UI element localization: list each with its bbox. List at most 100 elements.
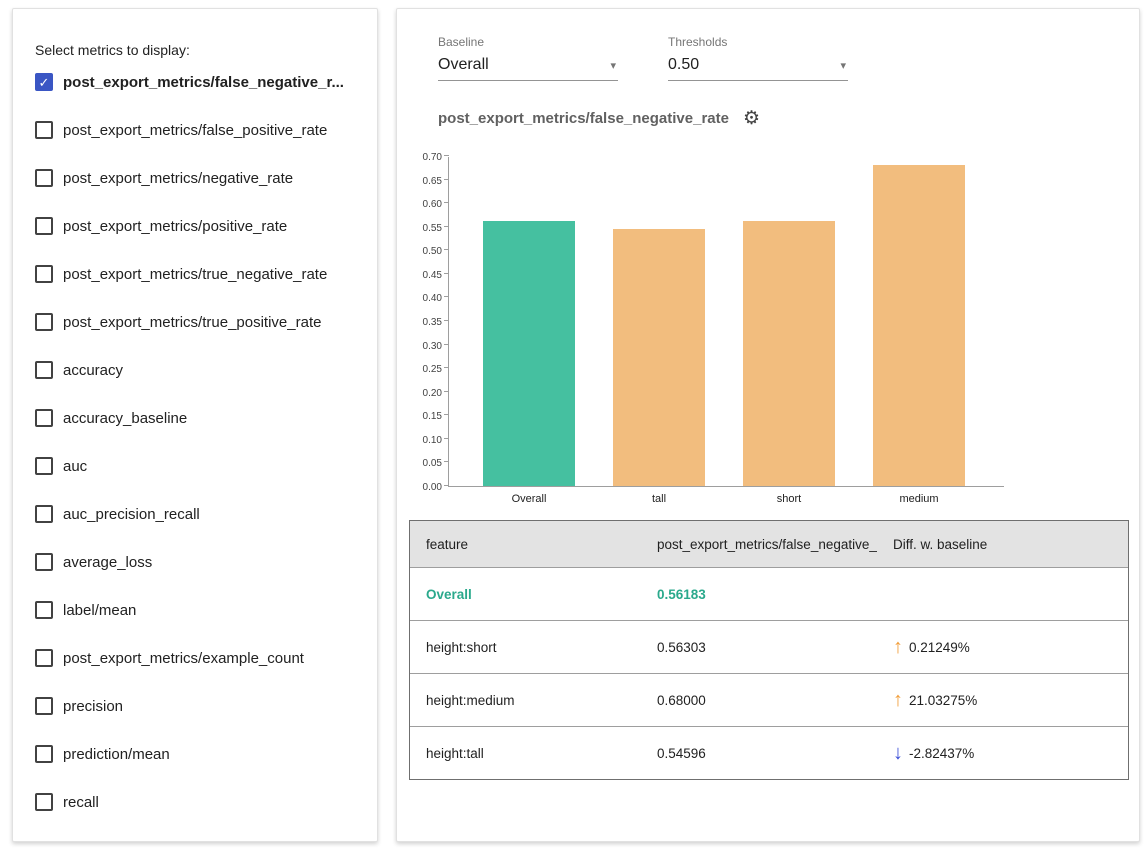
- metric-list-item[interactable]: post_export_metrics/negative_rate: [13, 154, 377, 202]
- metric-list-item[interactable]: accuracy_baseline: [13, 394, 377, 442]
- x-tick-label: medium: [873, 493, 965, 505]
- x-tick-label: tall: [613, 493, 705, 505]
- metric-label: post_export_metrics/positive_rate: [63, 218, 287, 235]
- metric-list-item[interactable]: recall: [13, 778, 377, 826]
- diff-cell: ↑ 0.21249%: [877, 637, 1128, 657]
- checkbox-unchecked-icon[interactable]: [35, 745, 53, 763]
- metric-list-item[interactable]: label/mean: [13, 586, 377, 634]
- y-tick-label: 0.15: [423, 411, 442, 422]
- chart-plot-area: Overalltallshortmedium: [448, 157, 1004, 487]
- diff-cell: ↓ -2.82437%: [877, 743, 1128, 763]
- checkbox-checked-icon[interactable]: ✓: [35, 73, 53, 91]
- checkbox-unchecked-icon[interactable]: [35, 649, 53, 667]
- results-panel: Baseline Overall ▾ Thresholds 0.50 ▾ pos…: [396, 8, 1140, 842]
- baseline-select[interactable]: Baseline Overall ▾: [438, 35, 618, 81]
- metric-list-item[interactable]: accuracy: [13, 346, 377, 394]
- down-arrow-icon: ↓: [893, 743, 903, 763]
- diff-cell: ↑21.03275%: [877, 690, 1128, 710]
- y-tick-mark: [444, 226, 449, 227]
- bar-tall[interactable]: [613, 229, 705, 486]
- metric-list-item[interactable]: post_export_metrics/false_positive_rate: [13, 106, 377, 154]
- metrics-list: ✓ post_export_metrics/false_negative_r...…: [13, 58, 377, 826]
- checkbox-unchecked-icon[interactable]: [35, 697, 53, 715]
- metric-list-item[interactable]: post_export_metrics/positive_rate: [13, 202, 377, 250]
- up-arrow-icon: ↑: [893, 637, 903, 657]
- y-tick-label: 0.50: [423, 246, 442, 257]
- y-tick-mark: [444, 249, 449, 250]
- chevron-down-icon: ▾: [610, 59, 616, 72]
- settings-gear-icon[interactable]: ⚙: [743, 109, 760, 128]
- y-tick-label: 0.00: [423, 482, 442, 493]
- y-tick-mark: [444, 367, 449, 368]
- metric-label: post_export_metrics/false_positive_rate: [63, 122, 327, 139]
- metric-list-item[interactable]: post_export_metrics/true_negative_rate: [13, 250, 377, 298]
- x-tick-label: short: [743, 493, 835, 505]
- table-row[interactable]: Overall0.56183: [410, 567, 1128, 620]
- metric-label: post_export_metrics/true_positive_rate: [63, 314, 321, 331]
- metric-list-item[interactable]: auc: [13, 442, 377, 490]
- metric-label: prediction/mean: [63, 746, 170, 763]
- checkbox-unchecked-icon[interactable]: [35, 361, 53, 379]
- table-row[interactable]: height:medium0.68000↑21.03275%: [410, 673, 1128, 726]
- bar-Overall[interactable]: [483, 221, 575, 486]
- value-cell: 0.68000: [641, 693, 877, 708]
- bar-short[interactable]: [743, 221, 835, 486]
- checkbox-unchecked-icon[interactable]: [35, 409, 53, 427]
- chart-y-axis: 0.000.050.100.150.200.250.300.350.400.45…: [409, 157, 448, 487]
- metric-list-item[interactable]: auc_precision_recall: [13, 490, 377, 538]
- chevron-down-icon: ▾: [840, 59, 846, 72]
- metric-label: post_export_metrics/true_negative_rate: [63, 266, 327, 283]
- bar-medium[interactable]: [873, 165, 965, 486]
- metric-list-item[interactable]: prediction/mean: [13, 730, 377, 778]
- thresholds-select[interactable]: Thresholds 0.50 ▾: [668, 35, 848, 81]
- table-body: Overall0.56183 height:short0.56303 ↑ 0.2124…: [410, 567, 1128, 779]
- y-tick-mark: [444, 461, 449, 462]
- y-tick-label: 0.05: [423, 458, 442, 469]
- y-tick-mark: [444, 485, 449, 486]
- table-row[interactable]: height:tall0.54596↓-2.82437%: [410, 726, 1128, 779]
- x-tick-label: Overall: [483, 493, 575, 505]
- value-cell: 0.56303: [641, 640, 877, 655]
- checkbox-unchecked-icon[interactable]: [35, 121, 53, 139]
- checkbox-unchecked-icon[interactable]: [35, 457, 53, 475]
- checkbox-unchecked-icon[interactable]: [35, 265, 53, 283]
- metric-label: post_export_metrics/example_count: [63, 650, 304, 667]
- metric-list-item[interactable]: post_export_metrics/example_count: [13, 634, 377, 682]
- checkbox-unchecked-icon[interactable]: [35, 217, 53, 235]
- checkbox-unchecked-icon[interactable]: [35, 553, 53, 571]
- table-header-feature: feature: [410, 537, 641, 552]
- metric-list-item[interactable]: average_loss: [13, 538, 377, 586]
- diff-percent: -2.82437%: [909, 746, 974, 761]
- metric-label: post_export_metrics/false_negative_r...: [63, 74, 344, 91]
- thresholds-label: Thresholds: [668, 35, 848, 49]
- diff-percent: 0.21249%: [909, 640, 970, 655]
- metric-label: accuracy: [63, 362, 123, 379]
- metric-list-item[interactable]: ✓ post_export_metrics/false_negative_r...: [13, 58, 377, 106]
- metric-list-item[interactable]: post_export_metrics/true_positive_rate: [13, 298, 377, 346]
- table-row[interactable]: height:short0.56303 ↑ 0.21249%: [410, 620, 1128, 673]
- metric-label: recall: [63, 794, 99, 811]
- table-header-metric: post_export_metrics/false_negative_rat..…: [641, 537, 877, 552]
- feature-cell: height:short: [410, 640, 641, 655]
- y-tick-mark: [444, 202, 449, 203]
- metric-list-item[interactable]: precision: [13, 682, 377, 730]
- metrics-table: feature post_export_metrics/false_negati…: [409, 520, 1129, 780]
- metric-select-panel: Select metrics to display: ✓ post_export_…: [12, 8, 378, 842]
- thresholds-value: 0.50: [668, 56, 699, 74]
- y-tick-label: 0.30: [423, 341, 442, 352]
- metric-select-title: Select metrics to display:: [13, 9, 377, 58]
- checkbox-unchecked-icon[interactable]: [35, 169, 53, 187]
- metric-label: precision: [63, 698, 123, 715]
- y-tick-label: 0.25: [423, 364, 442, 375]
- y-tick-label: 0.45: [423, 270, 442, 281]
- checkbox-unchecked-icon[interactable]: [35, 505, 53, 523]
- feature-cell: height:medium: [410, 693, 641, 708]
- checkbox-unchecked-icon[interactable]: [35, 793, 53, 811]
- checkbox-unchecked-icon[interactable]: [35, 313, 53, 331]
- checkbox-unchecked-icon[interactable]: [35, 601, 53, 619]
- y-tick-mark: [444, 344, 449, 345]
- metric-label: auc: [63, 458, 87, 475]
- table-header-diff: Diff. w. baseline: [877, 537, 1128, 552]
- metric-label: accuracy_baseline: [63, 410, 187, 427]
- baseline-value: Overall: [438, 56, 489, 74]
